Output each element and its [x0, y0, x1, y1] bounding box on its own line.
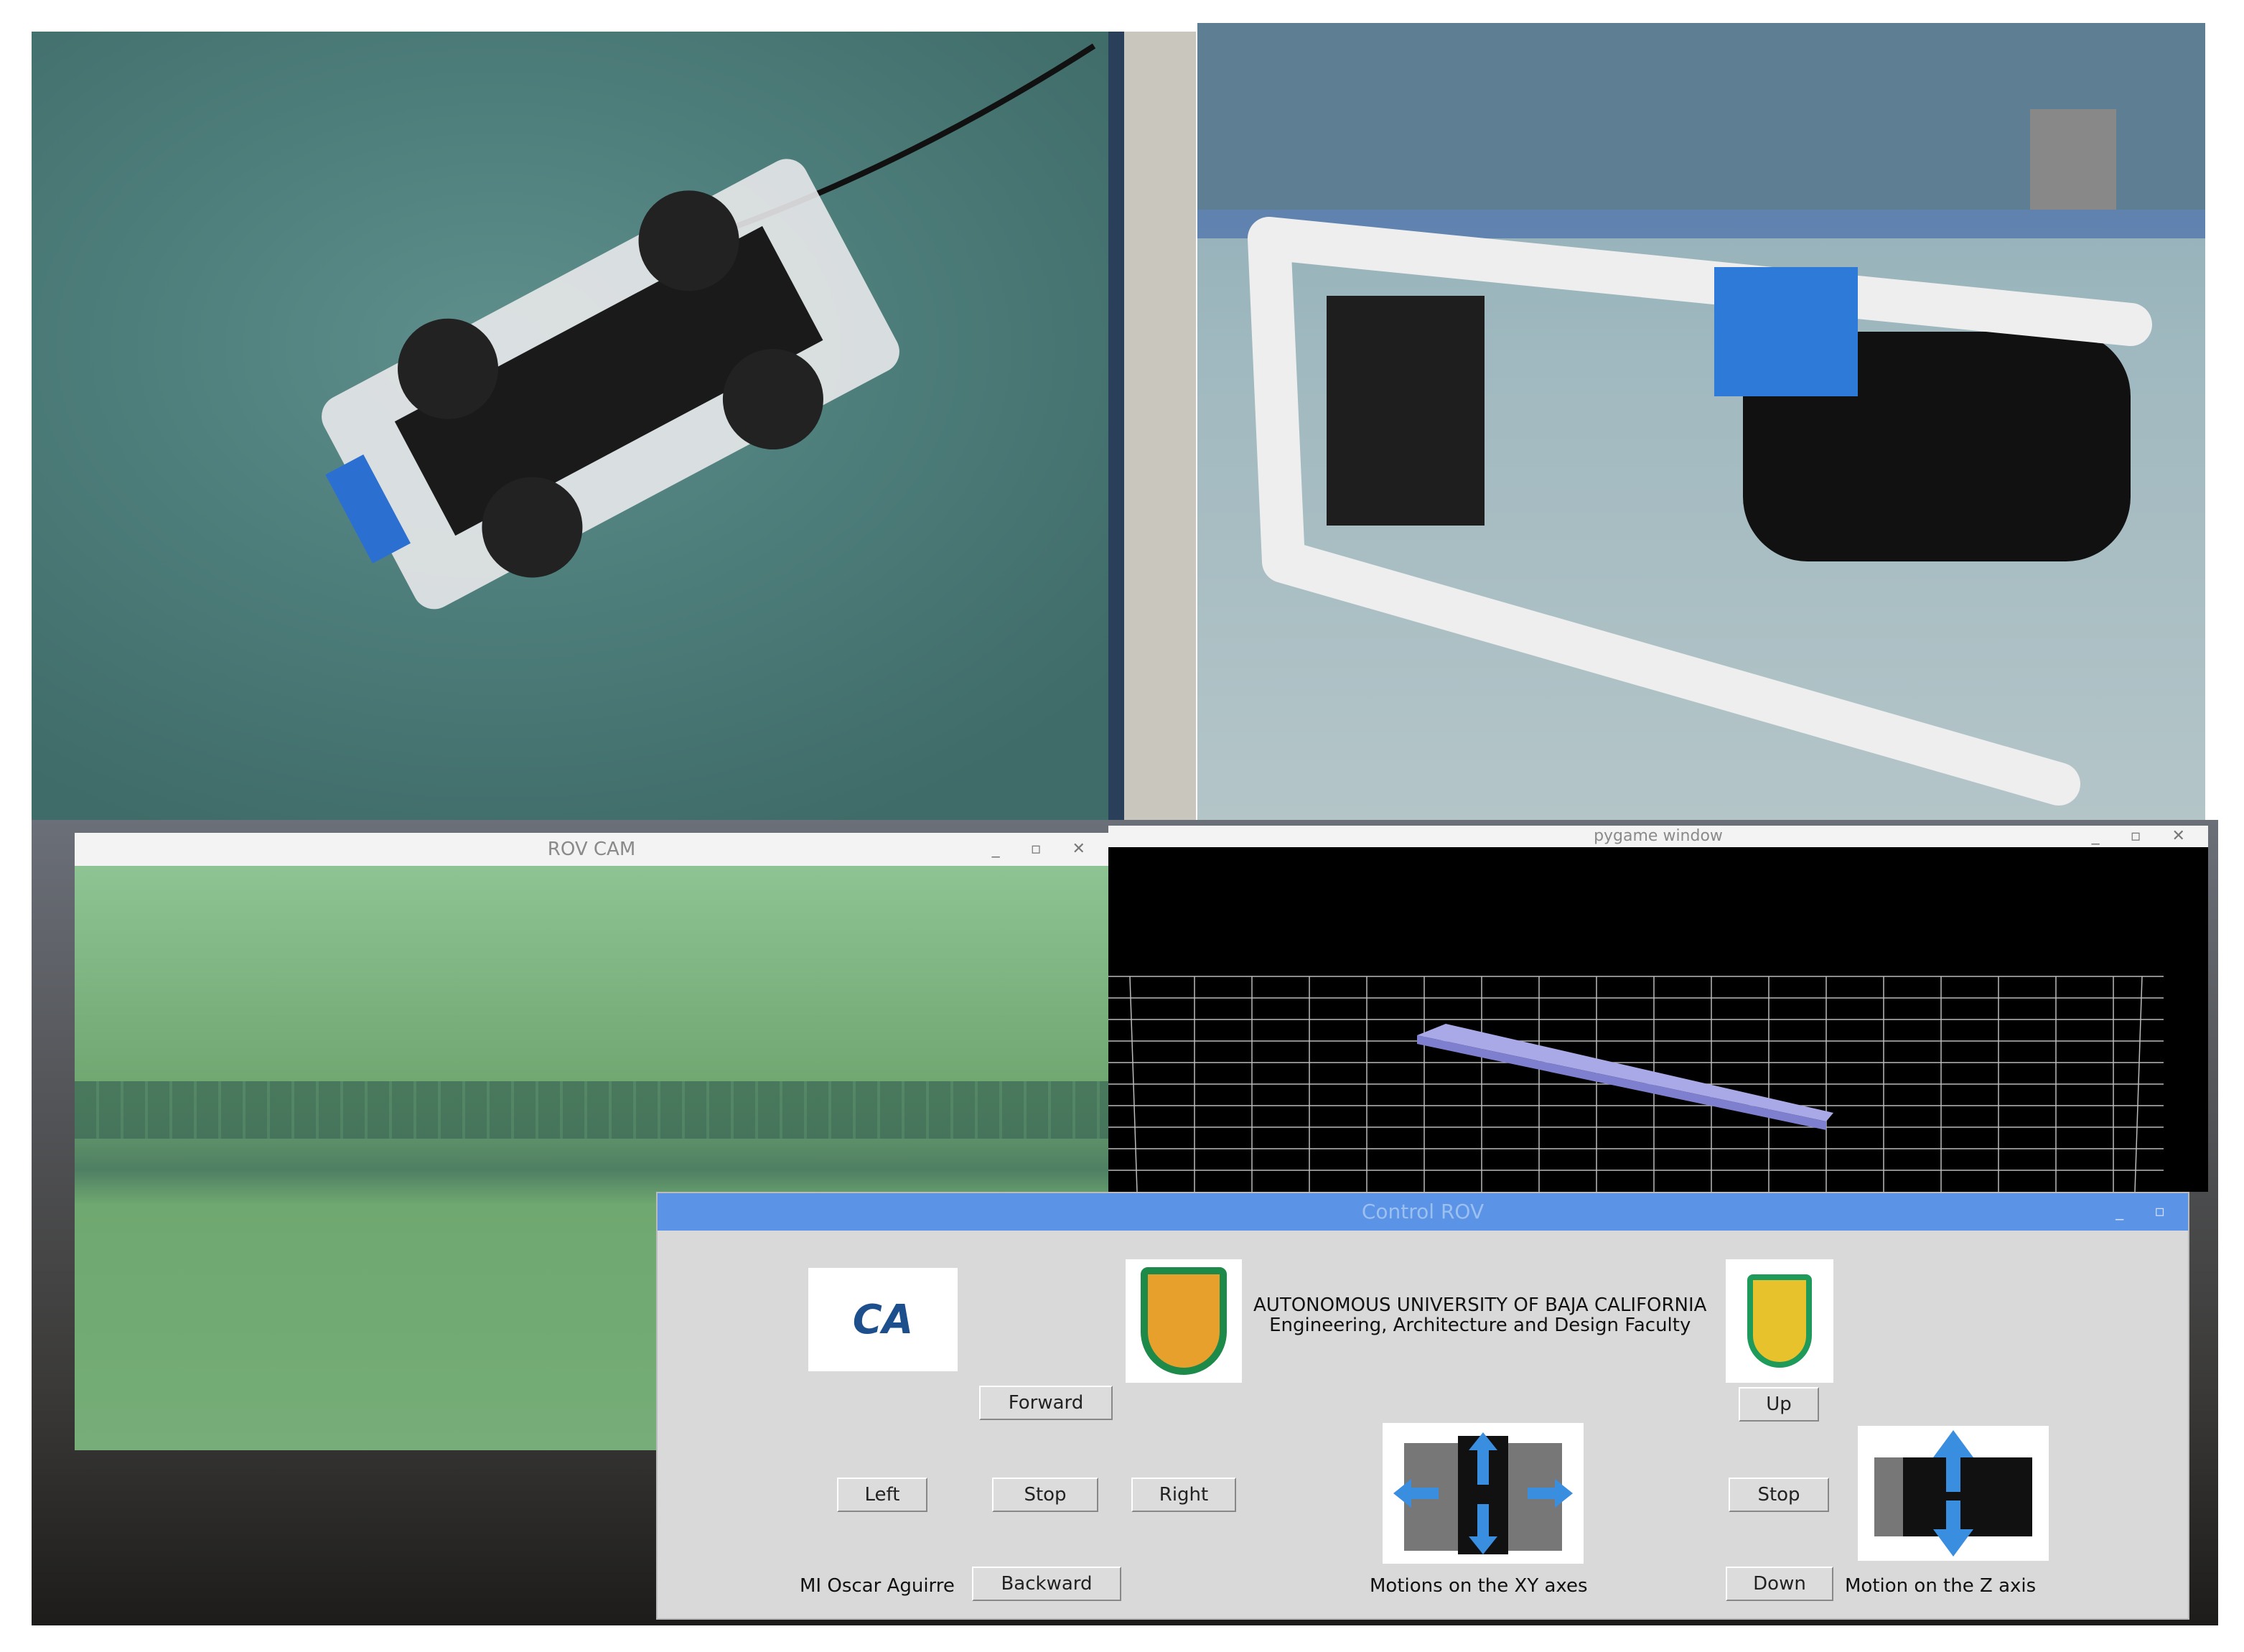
3d-orientation-view: [1108, 976, 2164, 1193]
rov-attitude-plane-edge: [1417, 1035, 1826, 1130]
pool-tile-stripe: [75, 1081, 1108, 1139]
xy-motion-diagram: [1383, 1423, 1584, 1564]
control-title: Control ROV: [1361, 1200, 1485, 1223]
down-button[interactable]: Down: [1726, 1567, 1833, 1601]
z-caption: Motion on the Z axis: [1845, 1575, 2037, 1597]
xy-arrows-icon: [1393, 1432, 1573, 1554]
window-controls[interactable]: _ ▫: [2116, 1193, 2178, 1231]
faculty-shield-logo: [1726, 1259, 1833, 1383]
pygame-title: pygame window: [1594, 827, 1723, 845]
ca-logo: CA: [808, 1268, 958, 1371]
up-button[interactable]: Up: [1739, 1387, 1819, 1422]
rov-attitude-plane: [1417, 1024, 1833, 1121]
faculty-name: Engineering, Architecture and Design Fac…: [1269, 1315, 1691, 1336]
left-button[interactable]: Left: [837, 1478, 927, 1512]
window-controls[interactable]: _ ▫ ✕: [992, 833, 1098, 866]
rov-cam-titlebar[interactable]: ROV CAM _ ▫ ✕: [75, 833, 1108, 866]
author-label: MI Oscar Aguirre: [800, 1575, 955, 1597]
uabc-shield-logo: [1126, 1259, 1242, 1383]
right-button[interactable]: Right: [1131, 1478, 1236, 1512]
window-controls[interactable]: _ ▫ ✕: [2092, 826, 2198, 847]
rov-underwater-illustration: [1197, 23, 2205, 806]
stop-button[interactable]: Stop: [992, 1478, 1098, 1512]
z-arrows-icon: [1874, 1430, 2032, 1557]
z-motion-diagram: [1858, 1426, 2049, 1561]
university-name: AUTONOMOUS UNIVERSITY OF BAJA CALIFORNIA: [1253, 1294, 1707, 1316]
forward-button[interactable]: Forward: [979, 1386, 1113, 1420]
control-rov-window: Control ROV _ ▫ CA AUTONOMOUS UNIVERSITY…: [656, 1192, 2189, 1620]
rov-underwater-photo: [1197, 23, 2205, 820]
stop-z-button[interactable]: Stop: [1729, 1478, 1829, 1512]
backward-button[interactable]: Backward: [972, 1567, 1121, 1601]
ca-logo-text: CA: [852, 1296, 914, 1343]
control-titlebar[interactable]: Control ROV _ ▫: [658, 1193, 2188, 1231]
pygame-window: pygame window _ ▫ ✕: [1108, 826, 2208, 1193]
rov-surface-photo: [32, 32, 1196, 820]
pygame-titlebar[interactable]: pygame window _ ▫ ✕: [1108, 826, 2208, 847]
rov-surface-illustration: [322, 32, 1196, 820]
xy-caption: Motions on the XY axes: [1370, 1575, 1588, 1597]
rov-cam-title: ROV CAM: [547, 839, 636, 860]
